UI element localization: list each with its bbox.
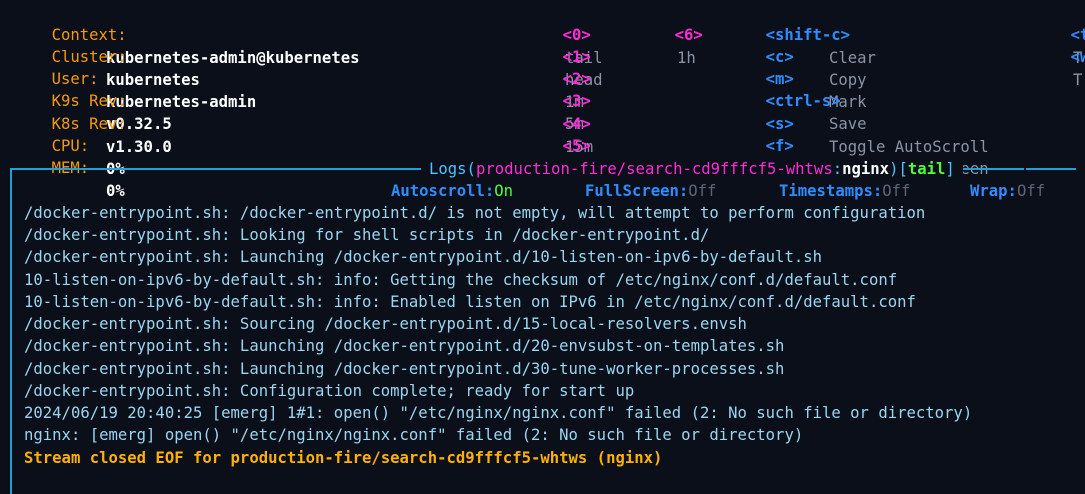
title-bracket-close: ] bbox=[945, 160, 955, 178]
log-line: 10-listen-on-ipv6-by-default.sh: info: G… bbox=[24, 271, 898, 289]
title-sep: : bbox=[832, 160, 843, 178]
pod-path: production-fire/search-cd9fffcf5-whtws bbox=[475, 160, 833, 178]
hotkey-key: <6> bbox=[674, 26, 703, 45]
status-label: FullScreen: bbox=[585, 182, 689, 200]
log-line: /docker-entrypoint.sh: Launching /docker… bbox=[24, 360, 785, 378]
status-fullscreen: FullScreen:Off bbox=[585, 180, 716, 202]
log-line: nginx: [emerg] open() "/etc/nginx/nginx.… bbox=[24, 426, 804, 444]
info-value: kubernetes-admin@kubernetes bbox=[106, 48, 360, 67]
hotkey-desc: 1h bbox=[677, 48, 696, 67]
log-line: /docker-entrypoint.sh: Launching /docker… bbox=[24, 248, 822, 266]
title-bracket-open: [ bbox=[898, 160, 908, 178]
hotkey-desc: Toggle AutoScroll bbox=[829, 137, 989, 156]
log-line: 2024/06/19 20:40:25 [emerg] 1#1: open() … bbox=[24, 404, 973, 422]
status-label: Wrap: bbox=[970, 182, 1017, 200]
hotkey-key: <w> bbox=[1070, 48, 1085, 67]
status-label: Timestamps: bbox=[779, 182, 883, 200]
status-value: On bbox=[494, 182, 514, 200]
status-autoscroll: Autoscroll:On bbox=[391, 180, 513, 202]
status-timestamps: Timestamps:Off bbox=[779, 180, 910, 202]
log-line: /docker-entrypoint.sh: Configuration com… bbox=[24, 382, 635, 400]
hotkey-key: <f> bbox=[765, 137, 794, 156]
hotkey-1h[interactable]: <6> 1h bbox=[637, 2, 703, 91]
container-name: nginx bbox=[842, 160, 890, 178]
log-line: /docker-entrypoint.sh: /docker-entrypoin… bbox=[24, 204, 926, 222]
status-label: Autoscroll: bbox=[391, 182, 495, 200]
info-value: v1.30.0 bbox=[106, 137, 172, 156]
log-line: 10-listen-on-ipv6-by-default.sh: info: E… bbox=[24, 293, 916, 311]
info-value: kubernetes-admin bbox=[106, 92, 257, 111]
hotkey-desc: T bbox=[1073, 70, 1083, 89]
status-wrap: Wrap:Off bbox=[970, 180, 1045, 202]
status-value: Off bbox=[1016, 182, 1046, 200]
log-mode: tail bbox=[907, 160, 946, 178]
hotkey-desc: Save bbox=[829, 114, 867, 133]
log-line: /docker-entrypoint.sh: Launching /docker… bbox=[24, 337, 785, 355]
log-line: /docker-entrypoint.sh: Sourcing /docker-… bbox=[24, 315, 747, 333]
title-prefix: Logs( bbox=[429, 160, 476, 178]
hotkey-key: <5> bbox=[562, 137, 591, 156]
stream-closed-message: Stream closed EOF for production-fire/se… bbox=[24, 449, 663, 467]
logs-title: Logs(production-fire/search-cd9fffcf5-wh… bbox=[421, 158, 963, 181]
log-line: /docker-entrypoint.sh: Looking for shell… bbox=[24, 226, 710, 244]
status-value: Off bbox=[688, 182, 717, 200]
hotkey-toggle-wrap[interactable]: <w> T bbox=[1033, 24, 1085, 113]
status-value: Off bbox=[882, 182, 911, 200]
hotkey-desc: Clear bbox=[829, 48, 876, 67]
